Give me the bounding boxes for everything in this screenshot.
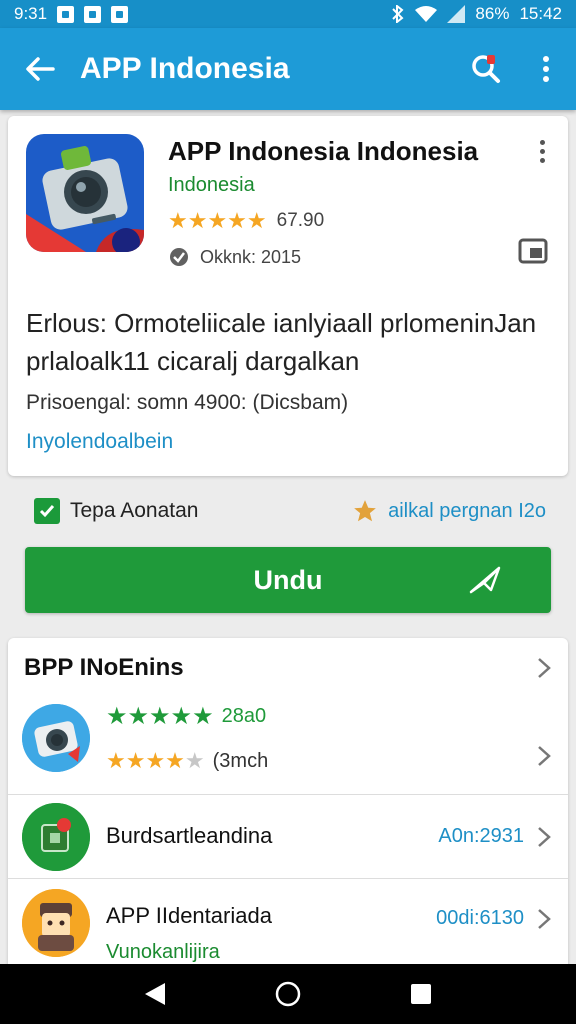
- empty-star: ★: [184, 748, 205, 773]
- tablet-icon: [518, 238, 548, 264]
- home-nav-icon[interactable]: [274, 980, 302, 1008]
- system-nav-bar: [0, 964, 576, 1024]
- game-icon: [22, 803, 90, 871]
- overflow-menu-button[interactable]: [516, 28, 576, 110]
- row-meta: 00di:6130: [436, 907, 524, 929]
- option-checkbox-row[interactable]: Tepa Aonatan: [34, 498, 198, 524]
- wishlist-row[interactable]: ailkal pergnan I2o: [352, 498, 546, 524]
- developer-link[interactable]: Indonesia: [168, 174, 255, 197]
- download-button[interactable]: Undu: [25, 547, 551, 613]
- card-menu-button[interactable]: [530, 136, 554, 166]
- wishlist-label: ailkal pergnan I2o: [388, 499, 546, 522]
- row-title: APP IIdentariada: [106, 903, 272, 928]
- dot: [539, 139, 545, 145]
- status-bar: 9:31 86% 15:42: [0, 0, 576, 28]
- related-header: BPP INoEnins: [24, 654, 184, 681]
- shield-icon: [170, 248, 188, 266]
- checkbox-label: Tepa Aonatan: [70, 499, 199, 522]
- chevron-right-icon: [538, 746, 551, 766]
- rating-stars: ★★★★: [106, 748, 185, 773]
- app-bar-title: APP Indonesia: [80, 52, 290, 85]
- more-vert-icon: [543, 56, 549, 82]
- review-count: (3mch: [212, 749, 269, 772]
- screen-icon[interactable]: [518, 238, 548, 264]
- status-time: 9:31: [14, 4, 48, 23]
- list-item[interactable]: ★★★★★ 28a0 ★★★★ ★ (3mch: [8, 694, 568, 794]
- download-label: Undu: [253, 564, 323, 595]
- image-notification-icon: [84, 5, 102, 23]
- check-icon: [39, 505, 55, 518]
- wifi-icon: [415, 6, 438, 22]
- rating-row: ★★★★★ 28a0: [106, 702, 266, 731]
- app-icon: [22, 704, 90, 772]
- rating-count: 28a0: [221, 705, 267, 727]
- character-icon: [22, 889, 90, 957]
- back-arrow-icon: [26, 57, 55, 81]
- list-item[interactable]: Burdsartleandina A0n:2931: [8, 794, 568, 878]
- notification-icon: [57, 5, 75, 23]
- rating-row: ★★★★★ 67.90: [168, 208, 324, 234]
- app-notification-icon: [111, 5, 129, 23]
- rating-stars: ★★★★★: [106, 703, 214, 730]
- app-bar: APP Indonesia: [0, 28, 576, 110]
- app-icon: [22, 889, 90, 957]
- back-nav-icon[interactable]: [143, 981, 167, 1007]
- battery-level: 86%: [475, 4, 510, 23]
- app-detail-card: APP Indonesia Indonesia Indonesia ★★★★★ …: [8, 116, 568, 476]
- star-icon: [354, 500, 376, 522]
- signal-icon: [447, 5, 466, 23]
- rating-stars: ★★★★★: [168, 208, 267, 233]
- dot: [539, 157, 545, 163]
- app-description: Erlous: Ormoteliicale ianlyiaall prlomen…: [26, 308, 537, 376]
- row-title: Burdsartleandina: [106, 823, 273, 848]
- chevron-right-icon[interactable]: [536, 656, 552, 680]
- app-icon: [26, 134, 144, 252]
- install-row: Okknk: 2015: [168, 246, 301, 268]
- chevron-right-icon: [538, 909, 551, 929]
- camera-icon: [22, 704, 90, 772]
- clock: 15:42: [519, 4, 562, 23]
- install-info: Okknk: 2015: [200, 246, 302, 267]
- checkbox[interactable]: [34, 498, 60, 524]
- dot: [539, 148, 545, 154]
- price-line: Prisoengal: somn 4900: (Dicsbam): [26, 391, 349, 414]
- bluetooth-icon: [392, 5, 404, 23]
- row-subtitle: Vunokanlijira: [106, 941, 220, 963]
- back-button[interactable]: [0, 28, 80, 110]
- camera-app-icon: [26, 134, 144, 252]
- send-arrow-icon: [469, 566, 501, 594]
- app-name: APP Indonesia Indonesia: [168, 136, 479, 166]
- list-item[interactable]: APP IIdentariada Vunokanlijira 00di:6130: [8, 878, 568, 978]
- rating-row: ★★★★ ★ (3mch: [106, 748, 268, 774]
- read-more-link[interactable]: Inyolendoalbein: [26, 430, 173, 454]
- rating-count: 67.90: [276, 210, 325, 231]
- row-meta: A0n:2931: [438, 825, 524, 847]
- recents-nav-icon[interactable]: [409, 982, 433, 1006]
- search-button[interactable]: [456, 28, 516, 110]
- app-icon: [22, 803, 90, 871]
- related-apps-card: BPP INoEnins ★★★★★ 28a0 ★★★★ ★ (3mch Bur…: [8, 638, 568, 978]
- chevron-right-icon: [538, 827, 551, 847]
- search-icon: [472, 55, 500, 83]
